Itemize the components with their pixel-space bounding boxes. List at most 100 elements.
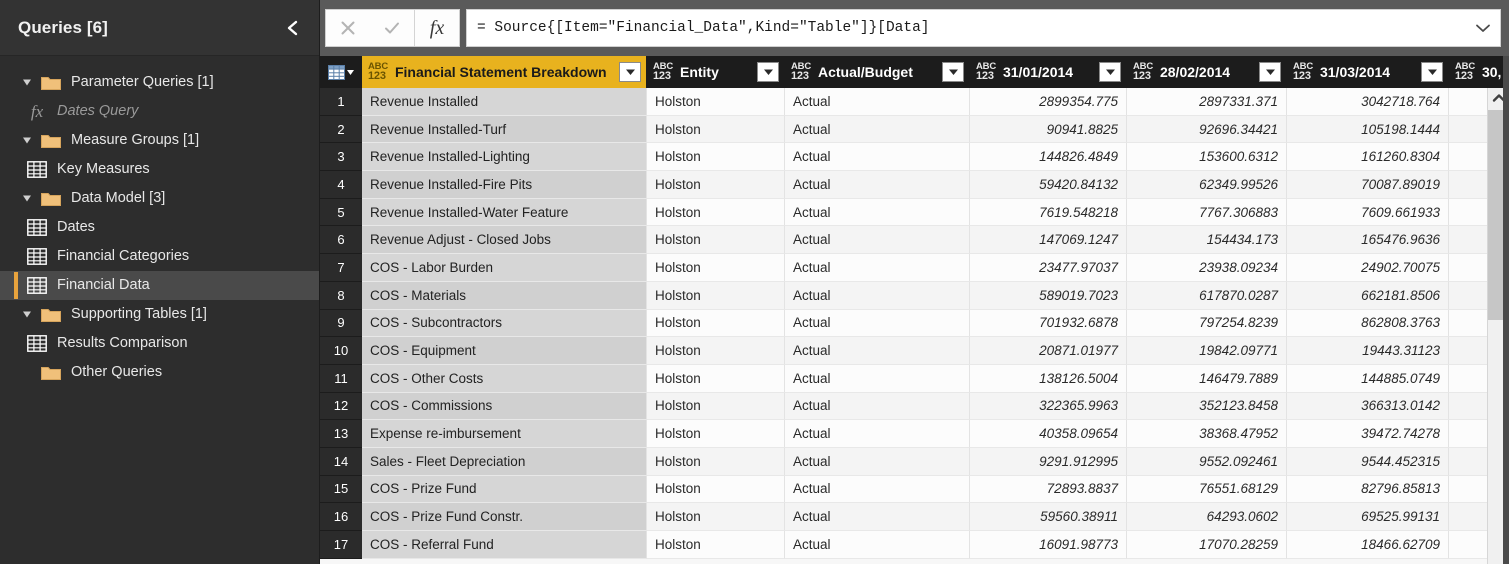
table-cell[interactable]: 72893.8837	[970, 475, 1127, 504]
column-header-30[interactable]: ABC 123 30,	[1449, 56, 1509, 88]
table-cell[interactable]: Actual	[785, 309, 970, 338]
table-cell[interactable]: 589019.7023	[970, 281, 1127, 310]
table-cell[interactable]: 797254.8239	[1127, 309, 1287, 338]
row-number[interactable]: 5	[320, 198, 362, 227]
table-cell[interactable]: Actual	[785, 281, 970, 310]
table-cell[interactable]: 19842.09771	[1127, 337, 1287, 365]
table-cell[interactable]: COS - Prize Fund	[362, 475, 647, 504]
table-cell[interactable]: 3042718.764	[1287, 88, 1449, 116]
row-number[interactable]: 1	[320, 88, 362, 116]
table-cell[interactable]: 7609.661933	[1287, 198, 1449, 227]
table-cell[interactable]: Holston	[647, 475, 785, 504]
query-tree-item-key-measures[interactable]: Key Measures	[0, 155, 319, 184]
table-cell[interactable]: 18466.62709	[1287, 531, 1449, 559]
row-number[interactable]: 16	[320, 503, 362, 531]
table-cell[interactable]: Holston	[647, 254, 785, 282]
table-row[interactable]: 10 COS - Equipment Holston Actual 20871.0197…	[320, 337, 1509, 365]
table-cell[interactable]: Holston	[647, 115, 785, 144]
table-cell[interactable]: Holston	[647, 171, 785, 199]
table-cell[interactable]: 153600.6312	[1127, 143, 1287, 172]
table-cell[interactable]: Revenue Installed-Water Feature	[362, 198, 647, 227]
table-cell[interactable]: Holston	[647, 503, 785, 531]
grid-body[interactable]: 1 Revenue Installed Holston Actual 2899354.7…	[320, 88, 1509, 564]
table-cell[interactable]: Expense re-imbursement	[362, 420, 647, 448]
row-number[interactable]: 14	[320, 447, 362, 476]
expand-triangle-icon-wrap[interactable]	[20, 192, 34, 206]
table-cell[interactable]: COS - Prize Fund Constr.	[362, 503, 647, 531]
table-cell[interactable]: 40358.09654	[970, 420, 1127, 448]
table-row[interactable]: 4 Revenue Installed-Fire Pits Holston Actua…	[320, 171, 1509, 199]
column-filter-button[interactable]	[1421, 62, 1443, 82]
table-select-button[interactable]	[320, 56, 362, 88]
table-cell[interactable]: 76551.68129	[1127, 475, 1287, 504]
table-cell[interactable]: Holston	[647, 364, 785, 393]
column-header-entity[interactable]: ABC 123 Entity	[647, 56, 785, 88]
accept-formula-button[interactable]	[370, 10, 414, 46]
table-cell[interactable]: Actual	[785, 447, 970, 476]
table-cell[interactable]: COS - Other Costs	[362, 364, 647, 393]
table-cell[interactable]: 62349.99526	[1127, 171, 1287, 199]
table-cell[interactable]: Actual	[785, 143, 970, 172]
table-cell[interactable]: Actual	[785, 475, 970, 504]
table-cell[interactable]: Holston	[647, 143, 785, 172]
table-row[interactable]: 11 COS - Other Costs Holston Actual 138126.5…	[320, 364, 1509, 393]
table-cell[interactable]: 862808.3763	[1287, 309, 1449, 338]
expand-triangle-icon-wrap[interactable]	[20, 76, 34, 90]
table-cell[interactable]: 144826.4849	[970, 143, 1127, 172]
table-cell[interactable]: COS - Commissions	[362, 392, 647, 421]
table-cell[interactable]: Revenue Installed	[362, 88, 647, 116]
column-filter-button[interactable]	[619, 62, 641, 82]
query-tree-item-dates[interactable]: Dates	[0, 213, 319, 242]
column-header-actual-budget[interactable]: ABC 123 Actual/Budget	[785, 56, 970, 88]
table-cell[interactable]: 20871.01977	[970, 337, 1127, 365]
row-number[interactable]: 8	[320, 281, 362, 310]
table-row[interactable]: 5 Revenue Installed-Water Feature Holston A…	[320, 198, 1509, 227]
table-cell[interactable]: 38368.47952	[1127, 420, 1287, 448]
table-cell[interactable]: COS - Subcontractors	[362, 309, 647, 338]
table-row[interactable]: 7 COS - Labor Burden Holston Actual 23477.97…	[320, 254, 1509, 282]
table-cell[interactable]: 17070.28259	[1127, 531, 1287, 559]
table-cell[interactable]: Holston	[647, 337, 785, 365]
table-row[interactable]: 8 COS - Materials Holston Actual 589019.7023…	[320, 281, 1509, 310]
table-cell[interactable]: 69525.99131	[1287, 503, 1449, 531]
query-tree-item-financial-data[interactable]: Financial Data	[0, 271, 319, 300]
table-cell[interactable]: Actual	[785, 171, 970, 199]
table-cell[interactable]: COS - Referral Fund	[362, 531, 647, 559]
row-number[interactable]: 10	[320, 337, 362, 365]
table-cell[interactable]: Revenue Installed-Lighting	[362, 143, 647, 172]
row-number[interactable]: 7	[320, 254, 362, 282]
table-cell[interactable]: Holston	[647, 198, 785, 227]
table-cell[interactable]: 322365.9963	[970, 392, 1127, 421]
table-cell[interactable]: 366313.0142	[1287, 392, 1449, 421]
table-cell[interactable]: Holston	[647, 447, 785, 476]
table-cell[interactable]: 82796.85813	[1287, 475, 1449, 504]
table-cell[interactable]: Revenue Installed-Fire Pits	[362, 171, 647, 199]
fx-button[interactable]: fx	[415, 10, 459, 46]
table-cell[interactable]: Holston	[647, 309, 785, 338]
collapse-triangle-icon-wrap[interactable]	[20, 366, 34, 380]
query-tree-item-dates-query[interactable]: fx Dates Query	[0, 97, 319, 126]
column-filter-button[interactable]	[757, 62, 779, 82]
table-cell[interactable]: Sales - Fleet Depreciation	[362, 447, 647, 476]
table-cell[interactable]: Holston	[647, 88, 785, 116]
table-cell[interactable]: COS - Materials	[362, 281, 647, 310]
table-cell[interactable]: 64293.0602	[1127, 503, 1287, 531]
table-cell[interactable]: 2899354.775	[970, 88, 1127, 116]
table-cell[interactable]: 90941.8825	[970, 115, 1127, 144]
table-cell[interactable]: Actual	[785, 420, 970, 448]
table-cell[interactable]: 19443.31123	[1287, 337, 1449, 365]
row-number[interactable]: 6	[320, 226, 362, 255]
query-tree-item-supporting-tables-1[interactable]: Supporting Tables [1]	[0, 300, 319, 329]
row-number[interactable]: 17	[320, 531, 362, 559]
table-row[interactable]: 16 COS - Prize Fund Constr. Holston Actual 5…	[320, 503, 1509, 531]
table-cell[interactable]: COS - Equipment	[362, 337, 647, 365]
table-cell[interactable]: 7767.306883	[1127, 198, 1287, 227]
table-cell[interactable]: 144885.0749	[1287, 364, 1449, 393]
table-cell[interactable]: 662181.8506	[1287, 281, 1449, 310]
row-number[interactable]: 3	[320, 143, 362, 172]
expand-formula-button[interactable]	[1466, 10, 1500, 46]
expand-triangle-icon-wrap[interactable]	[20, 308, 34, 322]
table-cell[interactable]: 23938.09234	[1127, 254, 1287, 282]
table-cell[interactable]: Actual	[785, 364, 970, 393]
table-cell[interactable]: 147069.1247	[970, 226, 1127, 255]
